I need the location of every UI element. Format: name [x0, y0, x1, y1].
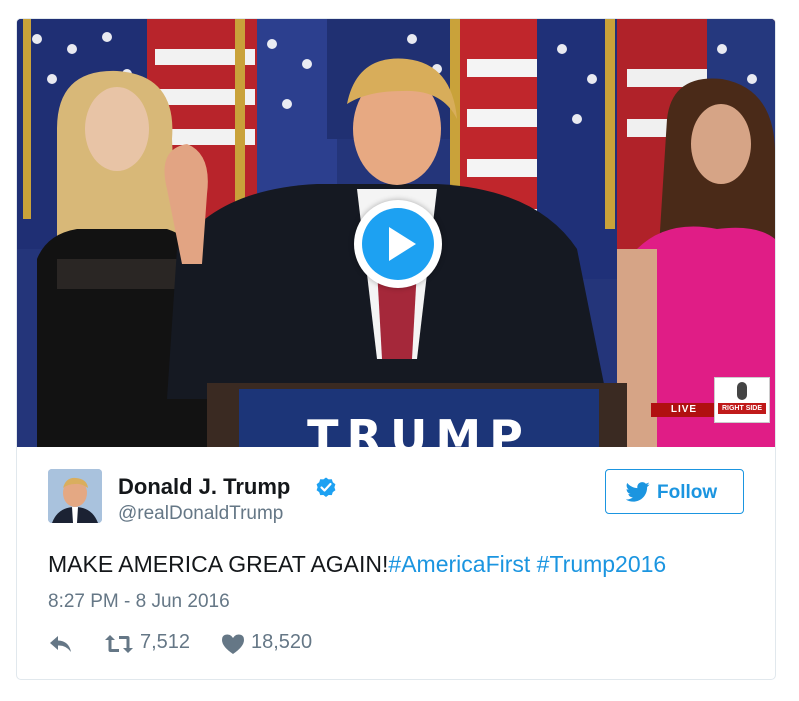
channel-logo: RIGHT SIDE: [714, 377, 770, 423]
hashtag-link[interactable]: #AmericaFirst: [388, 551, 530, 577]
author-handle[interactable]: @realDonaldTrump: [118, 503, 283, 525]
embedded-tweet-card: TRUMP LIVE RIGHT SIDE Donald J. Trump @r…: [16, 18, 776, 680]
reply-button[interactable]: [48, 631, 78, 657]
like-count: 18,520: [251, 631, 313, 653]
play-icon: [362, 208, 434, 280]
tweet-header: Donald J. Trump @realDonaldTrump Follow: [17, 447, 775, 547]
retweet-button[interactable]: 7,512: [104, 631, 214, 657]
avatar[interactable]: [48, 469, 102, 523]
heart-icon: [222, 634, 244, 654]
hashtag-link[interactable]: #Trump2016: [537, 551, 667, 577]
tweet-text: MAKE AMERICA GREAT AGAIN!#AmericaFirst #…: [48, 551, 666, 578]
follow-button[interactable]: Follow: [605, 469, 744, 514]
video-media[interactable]: TRUMP LIVE RIGHT SIDE: [17, 19, 775, 447]
live-badge: LIVE: [651, 403, 717, 417]
follow-label: Follow: [657, 482, 718, 503]
reply-icon: [50, 636, 71, 652]
tweet-timestamp[interactable]: 8:27 PM - 8 Jun 2016: [48, 591, 230, 613]
tweet-text-main: MAKE AMERICA GREAT AGAIN!: [48, 551, 389, 577]
verified-badge-icon: [316, 477, 336, 497]
retweet-icon: [105, 635, 133, 653]
retweet-count: 7,512: [140, 631, 191, 653]
twitter-bird-icon: [626, 482, 650, 502]
like-button[interactable]: 18,520: [221, 631, 341, 657]
tweet-actions: 7,512 18,520: [48, 631, 448, 661]
channel-logo-text: RIGHT SIDE: [718, 403, 766, 414]
play-button[interactable]: [354, 200, 442, 288]
author-name[interactable]: Donald J. Trump: [118, 474, 290, 500]
microphone-icon: [737, 382, 747, 400]
podium-sign-text: TRUMP: [307, 410, 531, 447]
